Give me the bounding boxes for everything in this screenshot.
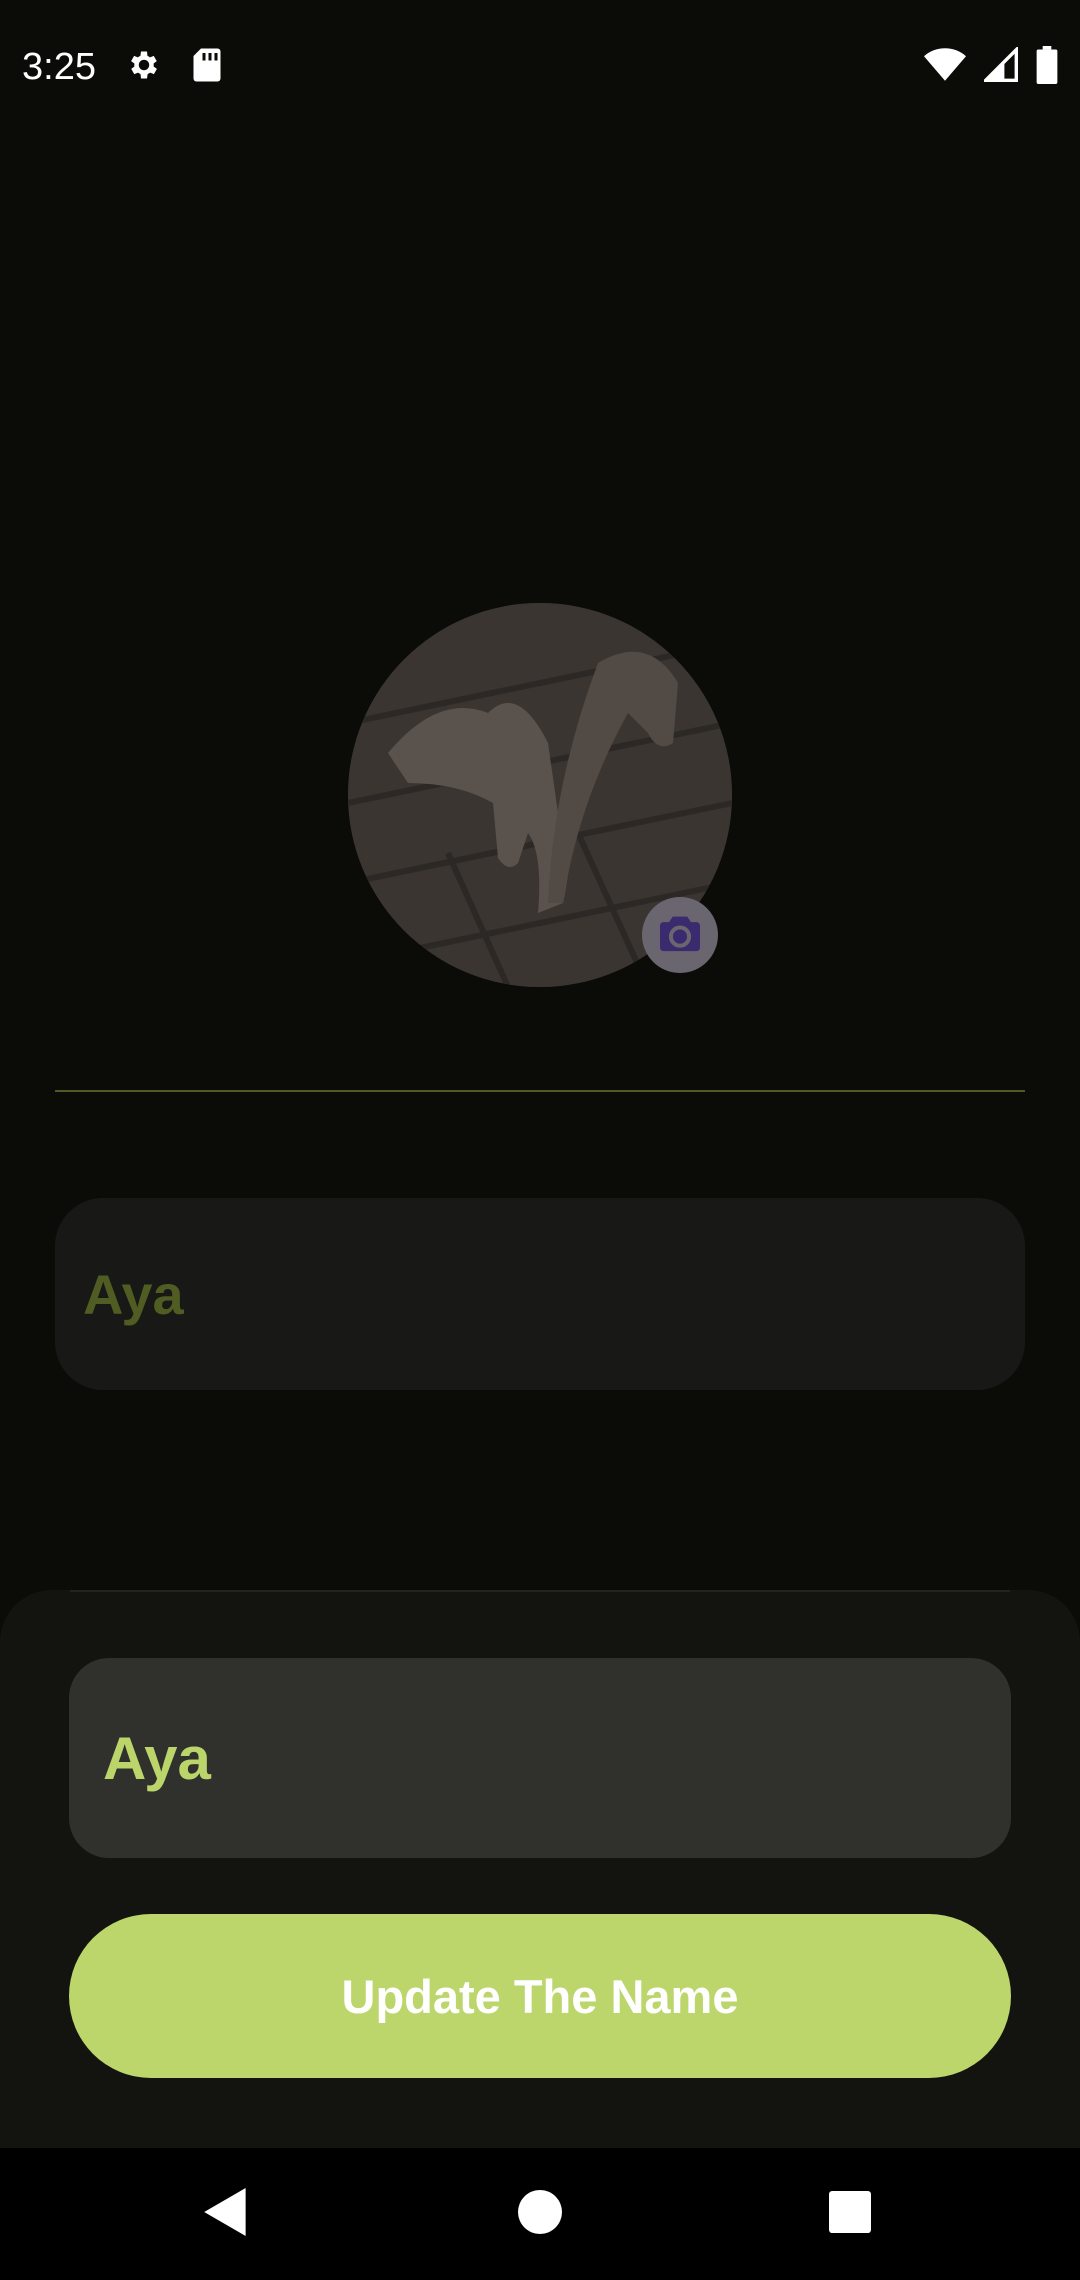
status-left: 3:25	[22, 46, 222, 89]
home-button[interactable]	[498, 2172, 582, 2256]
name-input-value: Aya	[103, 1724, 211, 1792]
edit-name-bottom-sheet: Aya Update The Name	[0, 1590, 1080, 2148]
home-icon	[518, 2189, 562, 2239]
status-right	[924, 45, 1058, 89]
navigation-bar	[0, 2148, 1080, 2280]
wifi-icon	[924, 47, 966, 88]
status-bar: 3:25	[0, 0, 1080, 135]
change-photo-button[interactable]	[642, 897, 718, 973]
sheet-top-divider	[70, 1590, 1010, 1592]
signal-icon	[981, 45, 1018, 88]
camera-icon	[658, 913, 702, 958]
recents-icon	[829, 2190, 871, 2238]
update-name-button[interactable]: Update The Name	[69, 1914, 1011, 2078]
name-input-field[interactable]: Aya	[69, 1658, 1011, 1858]
gear-icon	[126, 47, 162, 88]
sd-card-icon	[192, 47, 222, 88]
recents-button[interactable]	[808, 2172, 892, 2256]
name-display-text: Aya	[83, 1262, 184, 1326]
back-icon	[204, 2187, 248, 2241]
status-time: 3:25	[22, 46, 96, 88]
battery-icon	[1036, 46, 1058, 89]
profile-avatar-container[interactable]	[348, 603, 732, 987]
divider	[55, 1090, 1025, 1092]
back-button[interactable]	[184, 2172, 268, 2256]
name-display-card[interactable]: Aya	[55, 1198, 1025, 1390]
